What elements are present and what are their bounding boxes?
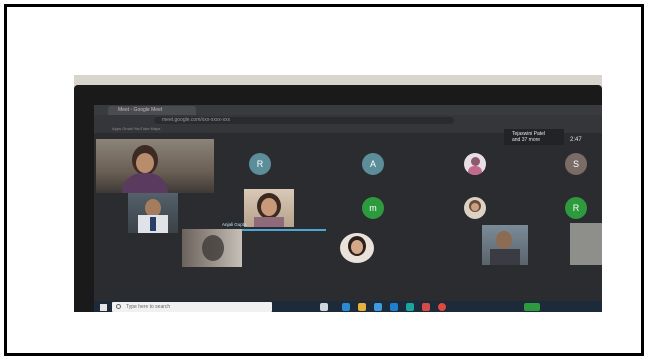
avatar-r: R bbox=[249, 153, 271, 175]
presenter-tag: Tejaswini Patel and 37 more bbox=[512, 131, 545, 143]
participant-video-4 bbox=[182, 229, 242, 267]
search-icon bbox=[116, 304, 121, 309]
avatar-a: A bbox=[362, 153, 384, 175]
taskbar-search-input[interactable]: Type here to search bbox=[112, 302, 272, 312]
tray-icon[interactable] bbox=[524, 303, 540, 311]
participant-video-6 bbox=[570, 223, 602, 265]
mail-icon[interactable] bbox=[390, 303, 398, 311]
participant-video-3 bbox=[244, 189, 294, 227]
participant-video-1 bbox=[96, 139, 214, 193]
app-icon-red[interactable] bbox=[422, 303, 430, 311]
presenter-more: and 37 more bbox=[512, 137, 541, 143]
edge-icon[interactable] bbox=[342, 303, 350, 311]
avatar-m: m bbox=[362, 197, 384, 219]
address-bar: meet.google.com/xxx-xxxx-xxx bbox=[94, 115, 602, 125]
browser-tab[interactable]: Meet - Google Meet bbox=[108, 106, 196, 115]
taskbar-search-placeholder: Type here to search bbox=[126, 304, 171, 310]
participant-photo-avatar-3 bbox=[340, 233, 374, 263]
avatar-r-2: R bbox=[565, 197, 587, 219]
laptop-screen: Meet - Google Meet meet.google.com/xxx-x… bbox=[94, 105, 602, 312]
participant-video-2 bbox=[128, 193, 178, 233]
app-icon-teal[interactable] bbox=[406, 303, 414, 311]
laptop-bezel: Meet - Google Meet meet.google.com/xxx-x… bbox=[74, 85, 602, 312]
participant-photo-avatar-2 bbox=[464, 197, 486, 219]
file-explorer-icon[interactable] bbox=[358, 303, 366, 311]
url-field[interactable]: meet.google.com/xxx-xxxx-xxx bbox=[154, 117, 454, 124]
speaking-participant-label: Anjali Gupta bbox=[222, 222, 247, 227]
photo-of-laptop-screen: Meet - Google Meet meet.google.com/xxx-x… bbox=[74, 75, 602, 312]
task-view-icon[interactable] bbox=[320, 303, 328, 311]
chrome-icon[interactable] bbox=[438, 303, 446, 311]
image-frame: Meet - Google Meet meet.google.com/xxx-x… bbox=[4, 4, 644, 356]
browser-tab-strip: Meet - Google Meet bbox=[94, 105, 602, 115]
windows-taskbar: Type here to search bbox=[94, 301, 602, 312]
clock: 2:47 bbox=[570, 137, 582, 143]
avatar-s: S bbox=[565, 153, 587, 175]
store-icon[interactable] bbox=[374, 303, 382, 311]
participant-video-5 bbox=[482, 225, 528, 265]
participant-photo-avatar-1 bbox=[464, 153, 486, 175]
windows-start-icon[interactable] bbox=[100, 304, 107, 311]
tab-title: Meet - Google Meet bbox=[118, 107, 163, 113]
